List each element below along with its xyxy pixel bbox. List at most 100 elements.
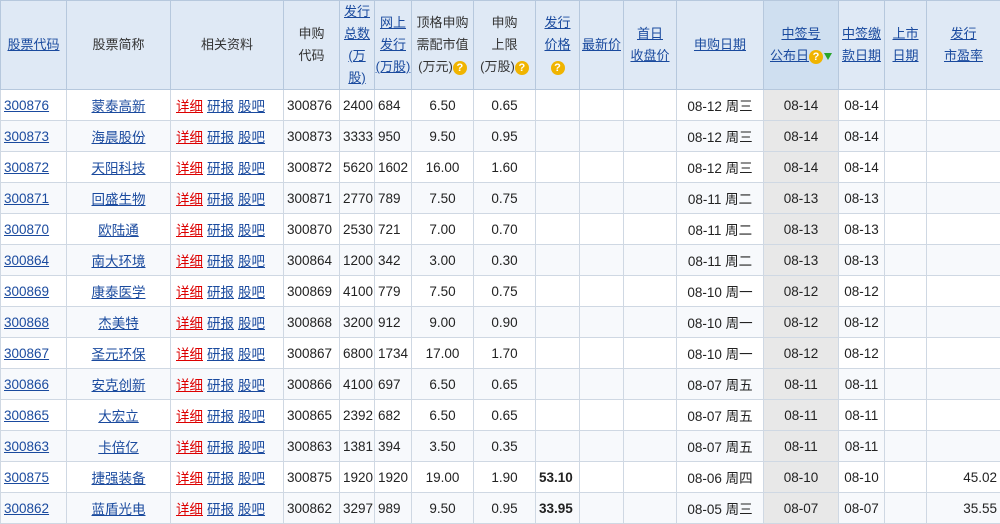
research-link[interactable]: 研报 — [207, 254, 234, 269]
header-first-day-close-l2[interactable]: 收盘价 — [624, 45, 676, 67]
detail-link[interactable]: 详细 — [176, 471, 203, 486]
stock-name-link[interactable]: 回盛生物 — [92, 192, 146, 207]
stock-code-link[interactable]: 300864 — [4, 253, 49, 268]
detail-link[interactable]: 详细 — [176, 440, 203, 455]
header-issue-price-l1[interactable]: 发行 — [536, 12, 579, 34]
research-link[interactable]: 研报 — [207, 316, 234, 331]
header-payment-date-l1[interactable]: 中签缴 — [839, 23, 884, 45]
stock-name-link[interactable]: 捷强装备 — [92, 471, 146, 486]
research-link[interactable]: 研报 — [207, 161, 234, 176]
header-issue-pe[interactable]: 发行 市盈率 — [927, 1, 1000, 90]
detail-link[interactable]: 详细 — [176, 409, 203, 424]
header-online-issue-l2[interactable]: 发行 — [375, 34, 411, 56]
header-total-issue-l2[interactable]: 总数 — [340, 23, 374, 45]
forum-link[interactable]: 股吧 — [238, 99, 265, 114]
stock-code-link[interactable]: 300870 — [4, 222, 49, 237]
forum-link[interactable]: 股吧 — [238, 409, 265, 424]
stock-name-link[interactable]: 大宏立 — [98, 409, 139, 424]
stock-code-link[interactable]: 300871 — [4, 191, 49, 206]
header-lottery-date-l1[interactable]: 中签号 — [764, 23, 838, 45]
forum-link[interactable]: 股吧 — [238, 192, 265, 207]
stock-name-link[interactable]: 杰美特 — [98, 316, 139, 331]
research-link[interactable]: 研报 — [207, 192, 234, 207]
header-subscribe-date-label[interactable]: 申购日期 — [694, 37, 746, 52]
header-stock-code-label[interactable]: 股票代码 — [7, 37, 59, 52]
help-icon[interactable]: ? — [515, 61, 529, 75]
stock-name-link[interactable]: 康泰医学 — [92, 285, 146, 300]
research-link[interactable]: 研报 — [207, 347, 234, 362]
detail-link[interactable]: 详细 — [176, 223, 203, 238]
research-link[interactable]: 研报 — [207, 99, 234, 114]
header-lottery-date-l2[interactable]: 公布日 — [770, 48, 809, 63]
detail-link[interactable]: 详细 — [176, 192, 203, 207]
research-link[interactable]: 研报 — [207, 471, 234, 486]
stock-name-link[interactable]: 蓝盾光电 — [92, 502, 146, 517]
stock-code-link[interactable]: 300868 — [4, 315, 49, 330]
header-issue-pe-l1[interactable]: 发行 — [927, 23, 1000, 45]
research-link[interactable]: 研报 — [207, 378, 234, 393]
stock-code-link[interactable]: 300867 — [4, 346, 49, 361]
help-icon[interactable]: ? — [809, 50, 823, 64]
stock-code-link[interactable]: 300865 — [4, 408, 49, 423]
stock-name-link[interactable]: 圣元环保 — [92, 347, 146, 362]
research-link[interactable]: 研报 — [207, 285, 234, 300]
detail-link[interactable]: 详细 — [176, 347, 203, 362]
forum-link[interactable]: 股吧 — [238, 254, 265, 269]
stock-name-link[interactable]: 欧陆通 — [98, 223, 139, 238]
header-online-issue-l3[interactable]: (万股) — [375, 56, 411, 78]
detail-link[interactable]: 详细 — [176, 378, 203, 393]
stock-name-link[interactable]: 蒙泰高新 — [92, 99, 146, 114]
header-online-issue-l1[interactable]: 网上 — [375, 12, 411, 34]
detail-link[interactable]: 详细 — [176, 316, 203, 331]
stock-code-link[interactable]: 300863 — [4, 439, 49, 454]
stock-name-link[interactable]: 安克创新 — [92, 378, 146, 393]
stock-name-link[interactable]: 天阳科技 — [92, 161, 146, 176]
header-total-issue-l1[interactable]: 发行 — [340, 1, 374, 23]
detail-link[interactable]: 详细 — [176, 254, 203, 269]
help-icon[interactable]: ? — [551, 61, 565, 75]
research-link[interactable]: 研报 — [207, 502, 234, 517]
research-link[interactable]: 研报 — [207, 409, 234, 424]
stock-code-link[interactable]: 300873 — [4, 129, 49, 144]
research-link[interactable]: 研报 — [207, 130, 234, 145]
stock-code-link[interactable]: 300862 — [4, 501, 49, 516]
forum-link[interactable]: 股吧 — [238, 378, 265, 393]
stock-code-link[interactable]: 300876 — [4, 98, 49, 113]
forum-link[interactable]: 股吧 — [238, 316, 265, 331]
header-total-issue[interactable]: 发行 总数 (万股) — [340, 1, 375, 90]
header-first-day-close[interactable]: 首日 收盘价 — [624, 1, 677, 90]
forum-link[interactable]: 股吧 — [238, 347, 265, 362]
header-total-issue-l3[interactable]: (万股) — [340, 45, 374, 89]
header-latest-price-label[interactable]: 最新价 — [582, 37, 621, 52]
stock-code-link[interactable]: 300875 — [4, 470, 49, 485]
stock-name-link[interactable]: 南大环境 — [92, 254, 146, 269]
header-listing-date-l2[interactable]: 日期 — [885, 45, 926, 67]
forum-link[interactable]: 股吧 — [238, 285, 265, 300]
header-first-day-close-l1[interactable]: 首日 — [624, 23, 676, 45]
detail-link[interactable]: 详细 — [176, 502, 203, 517]
header-online-issue[interactable]: 网上 发行 (万股) — [375, 1, 412, 90]
stock-code-link[interactable]: 300866 — [4, 377, 49, 392]
header-payment-date[interactable]: 中签缴 款日期 — [839, 1, 885, 90]
header-stock-code[interactable]: 股票代码 — [1, 1, 67, 90]
research-link[interactable]: 研报 — [207, 223, 234, 238]
header-latest-price[interactable]: 最新价 — [580, 1, 624, 90]
header-lottery-date[interactable]: 中签号 公布日? — [764, 1, 839, 90]
forum-link[interactable]: 股吧 — [238, 440, 265, 455]
forum-link[interactable]: 股吧 — [238, 223, 265, 238]
header-issue-price[interactable]: 发行 价格 ? — [536, 1, 580, 90]
forum-link[interactable]: 股吧 — [238, 161, 265, 176]
forum-link[interactable]: 股吧 — [238, 502, 265, 517]
sort-down-icon[interactable] — [824, 53, 832, 60]
header-subscribe-date[interactable]: 申购日期 — [677, 1, 764, 90]
header-listing-date-l1[interactable]: 上市 — [885, 23, 926, 45]
detail-link[interactable]: 详细 — [176, 285, 203, 300]
stock-code-link[interactable]: 300869 — [4, 284, 49, 299]
forum-link[interactable]: 股吧 — [238, 130, 265, 145]
stock-code-link[interactable]: 300872 — [4, 160, 49, 175]
header-issue-pe-l2[interactable]: 市盈率 — [927, 45, 1000, 67]
stock-name-link[interactable]: 卡倍亿 — [98, 440, 139, 455]
stock-name-link[interactable]: 海晨股份 — [92, 130, 146, 145]
research-link[interactable]: 研报 — [207, 440, 234, 455]
help-icon[interactable]: ? — [453, 61, 467, 75]
